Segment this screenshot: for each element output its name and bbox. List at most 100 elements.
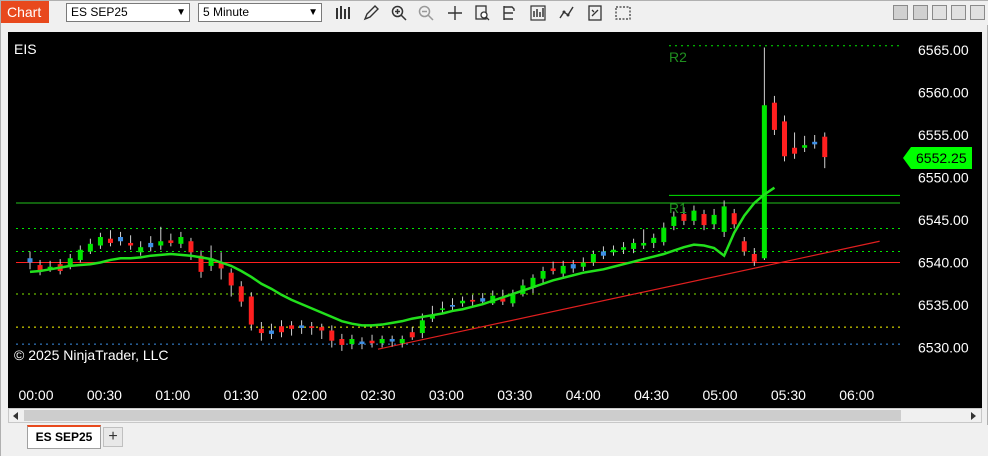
pencil-icon[interactable] bbox=[362, 4, 380, 22]
y-tick-label: 6545.00 bbox=[918, 212, 969, 228]
candle bbox=[530, 274, 536, 294]
candle bbox=[138, 241, 144, 256]
candle bbox=[299, 320, 305, 334]
y-tick-label: 6550.00 bbox=[918, 170, 969, 186]
candle-body bbox=[369, 340, 375, 344]
window-title-badge[interactable]: Chart bbox=[1, 1, 49, 23]
candle-body bbox=[389, 339, 395, 342]
candle bbox=[339, 333, 345, 351]
crosshair-icon[interactable] bbox=[446, 4, 464, 22]
horizontal-scrollbar[interactable] bbox=[8, 408, 982, 423]
candle bbox=[369, 334, 375, 348]
y-tick-label: 6535.00 bbox=[918, 297, 969, 313]
candle bbox=[741, 237, 747, 256]
candle-body bbox=[148, 242, 154, 248]
scrollbar-thumb[interactable] bbox=[24, 410, 901, 421]
candle bbox=[550, 261, 556, 275]
maximize-icon[interactable] bbox=[932, 5, 947, 20]
y-tick-label: 6530.00 bbox=[918, 340, 969, 356]
candle-body bbox=[510, 294, 516, 304]
price-chart[interactable]: 6565.00 6560.00 6555.00 6550.00 6545.00 6540.… bbox=[8, 32, 982, 408]
candle-body bbox=[691, 210, 697, 221]
candle-body bbox=[560, 265, 566, 274]
candle-body bbox=[802, 145, 808, 148]
add-tab-button[interactable]: + bbox=[103, 427, 123, 447]
candle bbox=[289, 321, 295, 336]
x-tick-label: 02:30 bbox=[360, 387, 395, 403]
properties-icon[interactable] bbox=[473, 4, 491, 22]
candle bbox=[389, 335, 395, 347]
candle bbox=[258, 322, 264, 341]
candle-body bbox=[822, 136, 828, 158]
candle bbox=[600, 246, 606, 260]
candle-body bbox=[97, 237, 103, 246]
strategies-icon[interactable] bbox=[558, 4, 576, 22]
candle bbox=[782, 115, 787, 162]
candle bbox=[651, 233, 657, 249]
candle bbox=[751, 248, 757, 266]
x-tick-label: 01:00 bbox=[155, 387, 190, 403]
x-tick-label: 04:30 bbox=[634, 387, 669, 403]
candle bbox=[641, 229, 647, 249]
candle bbox=[520, 279, 526, 297]
scroll-left-icon[interactable] bbox=[11, 411, 21, 421]
candle-body bbox=[761, 105, 767, 259]
candle bbox=[178, 231, 184, 249]
bar-style-icon[interactable] bbox=[334, 4, 352, 22]
candle bbox=[761, 47, 767, 260]
candle bbox=[450, 298, 456, 311]
zoom-in-icon[interactable] bbox=[390, 4, 408, 22]
instrument-selector[interactable]: ES SEP25 ▼ bbox=[66, 3, 190, 22]
zoom-out-icon[interactable] bbox=[417, 4, 435, 22]
indicators-icon[interactable] bbox=[529, 4, 547, 22]
candle-body bbox=[701, 214, 707, 226]
candle-body bbox=[812, 141, 818, 145]
candle-body bbox=[651, 237, 657, 243]
candle-body bbox=[77, 249, 83, 260]
candle-body bbox=[419, 320, 425, 334]
minimize-icon[interactable] bbox=[913, 5, 928, 20]
candle bbox=[701, 209, 707, 231]
candle bbox=[158, 226, 164, 250]
chart-panel[interactable]: 6565.00 6560.00 6555.00 6550.00 6545.00 6540.… bbox=[8, 32, 982, 408]
candle-body bbox=[27, 258, 33, 263]
x-tick-label: 01:30 bbox=[224, 387, 259, 403]
candle bbox=[399, 335, 405, 348]
candle-body bbox=[319, 327, 325, 331]
candle-body bbox=[792, 147, 798, 154]
y-tick-label: 6560.00 bbox=[918, 85, 969, 101]
candle bbox=[359, 337, 365, 350]
candle-body bbox=[671, 216, 677, 226]
chart-trader-icon[interactable] bbox=[614, 4, 632, 22]
candle bbox=[218, 252, 224, 280]
templates-icon[interactable] bbox=[586, 4, 604, 22]
x-tick-label: 03:00 bbox=[429, 387, 464, 403]
candle bbox=[439, 301, 445, 314]
candle bbox=[27, 251, 33, 270]
candle-body bbox=[107, 238, 113, 243]
restore-icon[interactable] bbox=[951, 5, 966, 20]
candle-body bbox=[228, 272, 234, 286]
chevron-down-icon: ▼ bbox=[176, 7, 186, 18]
candle-body bbox=[188, 241, 194, 253]
candle bbox=[822, 132, 828, 169]
scroll-right-icon[interactable] bbox=[968, 411, 978, 421]
pin-icon[interactable] bbox=[893, 5, 908, 20]
close-icon[interactable] bbox=[970, 5, 985, 20]
x-tick-label: 02:00 bbox=[292, 387, 327, 403]
candle bbox=[771, 95, 777, 135]
candle-body bbox=[460, 300, 466, 304]
candle bbox=[802, 135, 808, 152]
tab-es-sep25[interactable]: ES SEP25 bbox=[27, 425, 101, 449]
candle-body bbox=[470, 299, 476, 302]
candle-body bbox=[751, 254, 757, 262]
chevron-down-icon: ▼ bbox=[308, 7, 318, 18]
candle-body bbox=[128, 242, 134, 246]
data-box-icon[interactable] bbox=[501, 4, 519, 22]
candle-body bbox=[409, 332, 415, 338]
candle-body bbox=[279, 326, 284, 333]
interval-selector[interactable]: 5 Minute ▼ bbox=[198, 3, 322, 22]
candle-body bbox=[309, 326, 315, 328]
x-tick-label: 00:00 bbox=[18, 387, 53, 403]
candle-body bbox=[711, 214, 717, 225]
